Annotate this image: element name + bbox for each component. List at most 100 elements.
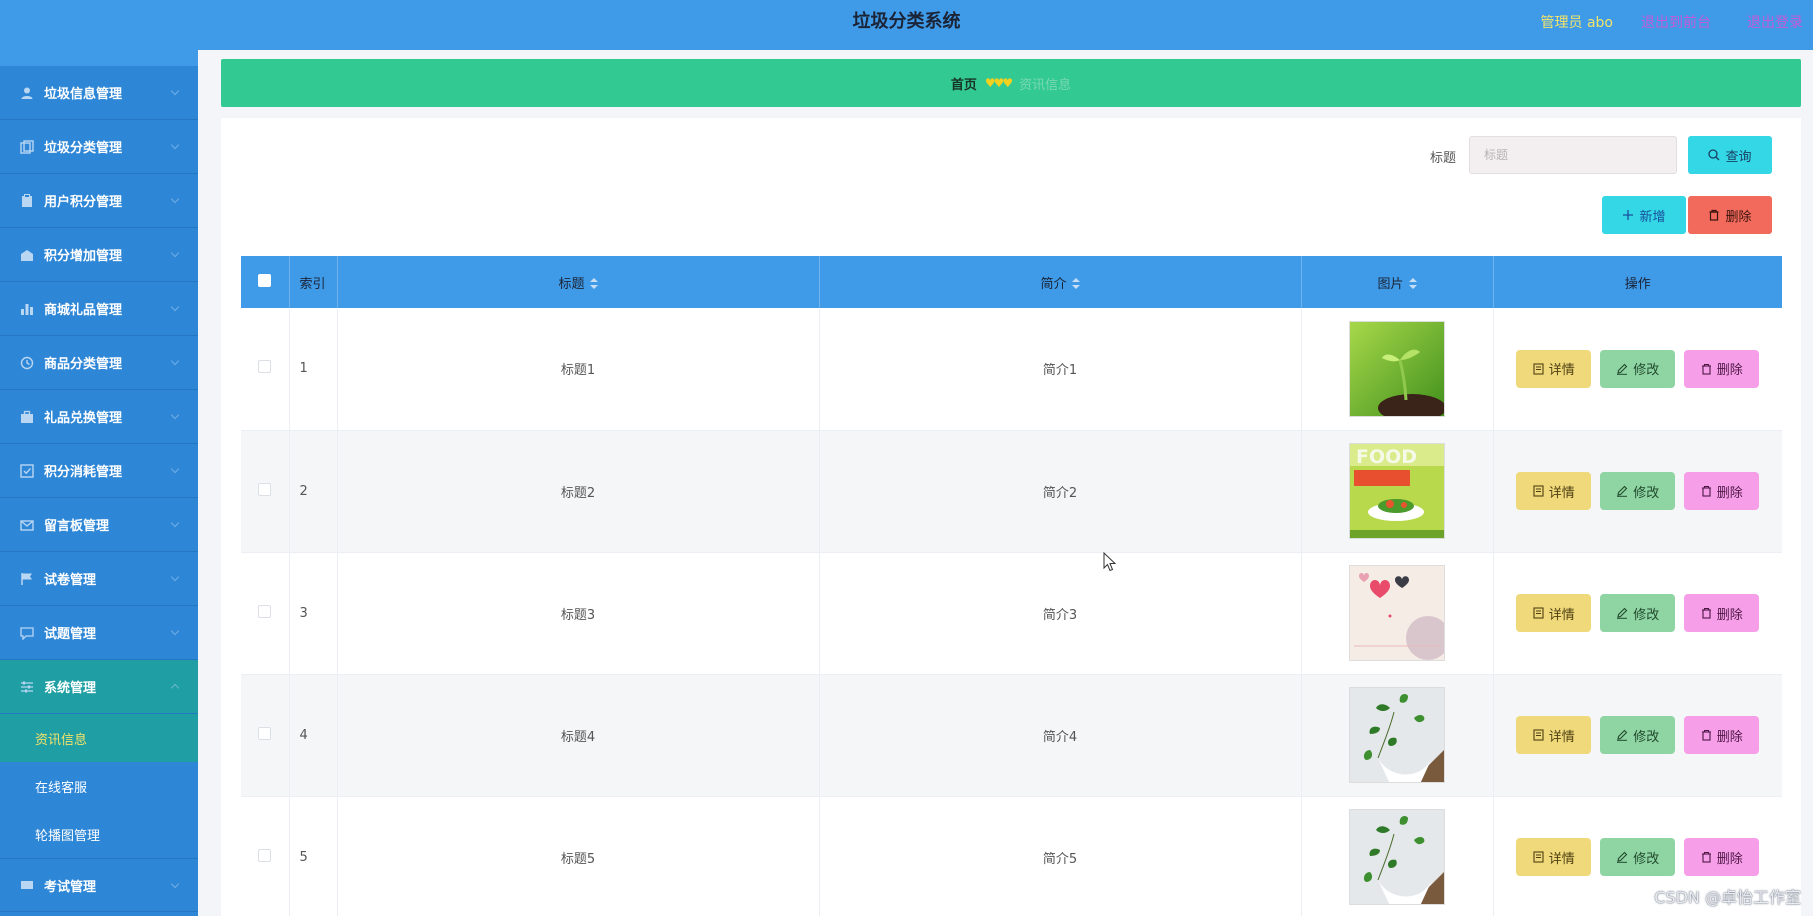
breadcrumb-current: 资讯信息 — [1019, 77, 1072, 93]
search-label: 标题 — [1430, 151, 1457, 166]
detail-button[interactable]: 详情 — [1516, 716, 1592, 754]
row-checkbox[interactable] — [258, 482, 272, 496]
row-select-cell — [241, 552, 290, 675]
table-row: 5 标题5 简介5 详情 修改 删除 — [241, 796, 1782, 916]
row-index: 4 — [289, 674, 338, 797]
sort-icon[interactable] — [1071, 278, 1080, 290]
sidebar-item-garbage-info[interactable]: 垃圾信息管理 — [0, 66, 198, 120]
sidebar-item-questions[interactable]: 试题管理 — [0, 606, 198, 660]
detail-button[interactable]: 详情 — [1516, 349, 1592, 388]
back-to-frontend-link[interactable]: 退出到前台 — [1641, 12, 1711, 32]
logout-link[interactable]: 退出登录 — [1747, 12, 1803, 32]
query-button-label: 查询 — [1725, 149, 1752, 165]
breadcrumb: 首页 ♥♥♥ 资讯信息 — [221, 59, 1801, 107]
sidebar-item-label: 系统管理 — [44, 681, 97, 696]
mouse-cursor-icon — [1103, 551, 1117, 576]
row-title: 标题2 — [337, 430, 820, 553]
shop-icon — [20, 248, 34, 262]
table-row: 3 标题3 简介3 详情 修改 删除 — [241, 552, 1782, 675]
sidebar-item-points-consume[interactable]: 积分消耗管理 — [0, 444, 198, 498]
sidebar-item-points-increase[interactable]: 积分增加管理 — [0, 228, 198, 282]
user-icon — [20, 86, 34, 100]
bar-chart-icon — [20, 302, 34, 316]
breadcrumb-home[interactable]: 首页 — [951, 74, 977, 93]
column-header-image[interactable]: 图片 — [1301, 256, 1494, 308]
edit-button[interactable]: 修改 — [1600, 349, 1676, 388]
detail-label: 详情 — [1548, 729, 1575, 745]
chevron-down-icon — [170, 626, 180, 636]
sidebar-item-product-category[interactable]: 商品分类管理 — [0, 336, 198, 390]
edit-button[interactable]: 修改 — [1600, 716, 1676, 754]
sort-icon[interactable] — [589, 278, 598, 290]
keyboard-icon — [20, 878, 34, 892]
chevron-down-icon — [170, 518, 180, 528]
edit-button[interactable]: 修改 — [1600, 472, 1676, 510]
row-checkbox[interactable] — [258, 726, 272, 740]
column-header-intro[interactable]: 简介 — [819, 256, 1302, 308]
sidebar-item-exam[interactable]: 考试管理 — [0, 858, 198, 912]
row-image-cell — [1301, 674, 1494, 797]
sidebar-item-garbage-category[interactable]: 垃圾分类管理 — [0, 120, 198, 174]
sidebar-subitem-online-service[interactable]: 在线客服 — [0, 762, 198, 810]
admin-user-label: 管理员 abo — [1540, 15, 1613, 31]
briefcase-icon — [20, 410, 34, 424]
chevron-down-icon — [170, 86, 180, 96]
row-actions-cell: 详情 修改 删除 — [1493, 430, 1782, 553]
detail-button[interactable]: 详情 — [1516, 838, 1592, 876]
chevron-up-icon — [170, 683, 180, 693]
sidebar-subitem-carousel[interactable]: 轮播图管理 — [0, 810, 198, 858]
chevron-down-icon — [170, 464, 180, 474]
row-select-cell — [241, 796, 290, 916]
sidebar-item-message-board[interactable]: 留言板管理 — [0, 498, 198, 552]
edit-button[interactable]: 修改 — [1600, 838, 1676, 876]
svg-text:FOOD: FOOD — [1356, 446, 1417, 468]
query-button[interactable]: 查询 — [1688, 136, 1772, 174]
chevron-down-icon — [170, 140, 180, 150]
sidebar-item-label: 商城礼品管理 — [44, 303, 123, 318]
sidebar-top-strip — [0, 50, 198, 66]
mail-icon — [20, 518, 34, 532]
add-button[interactable]: 新增 — [1602, 196, 1686, 234]
trash-icon — [1701, 607, 1712, 619]
row-checkbox[interactable] — [258, 848, 272, 862]
document-icon — [1533, 485, 1544, 497]
pencil-icon — [1616, 729, 1628, 741]
row-title: 标题3 — [337, 552, 820, 675]
remove-label: 删除 — [1716, 363, 1743, 379]
row-select-cell — [241, 430, 290, 553]
row-intro: 简介3 — [819, 552, 1302, 675]
search-input[interactable] — [1469, 136, 1677, 174]
seedling-image — [1349, 320, 1445, 417]
column-header-title[interactable]: 标题 — [337, 256, 820, 308]
batch-delete-button[interactable]: 删除 — [1688, 196, 1772, 234]
pencil-icon — [1616, 607, 1628, 619]
detail-button[interactable]: 详情 — [1516, 594, 1592, 632]
batch-delete-button-label: 删除 — [1725, 209, 1752, 225]
sidebar-item-system[interactable]: 系统管理 — [0, 660, 198, 714]
column-header-intro-label: 简介 — [1040, 276, 1067, 292]
remove-button[interactable]: 删除 — [1684, 472, 1760, 510]
edit-button[interactable]: 修改 — [1600, 594, 1676, 632]
sidebar-item-mall-gifts[interactable]: 商城礼品管理 — [0, 282, 198, 336]
row-actions-cell: 详情 修改 删除 — [1493, 674, 1782, 797]
edit-label: 修改 — [1633, 851, 1660, 867]
row-select-cell — [241, 308, 290, 431]
trash-icon — [1701, 729, 1712, 741]
sort-icon[interactable] — [1408, 278, 1417, 290]
row-checkbox[interactable] — [258, 604, 272, 618]
pencil-icon — [1616, 851, 1628, 863]
remove-button[interactable]: 删除 — [1684, 838, 1760, 876]
row-intro: 简介1 — [819, 308, 1302, 431]
select-all-checkbox[interactable] — [258, 273, 272, 287]
sidebar-item-exam-papers[interactable]: 试卷管理 — [0, 552, 198, 606]
sidebar-subitem-news[interactable]: 资讯信息 — [0, 714, 198, 762]
sidebar-item-label: 试卷管理 — [44, 573, 97, 588]
sidebar-item-gift-exchange[interactable]: 礼品兑换管理 — [0, 390, 198, 444]
remove-button[interactable]: 删除 — [1684, 349, 1760, 388]
remove-button[interactable]: 删除 — [1684, 594, 1760, 632]
detail-button[interactable]: 详情 — [1516, 472, 1592, 510]
sidebar-item-user-points[interactable]: 用户积分管理 — [0, 174, 198, 228]
pencil-icon — [1616, 485, 1628, 497]
row-checkbox[interactable] — [258, 360, 272, 374]
remove-button[interactable]: 删除 — [1684, 716, 1760, 754]
